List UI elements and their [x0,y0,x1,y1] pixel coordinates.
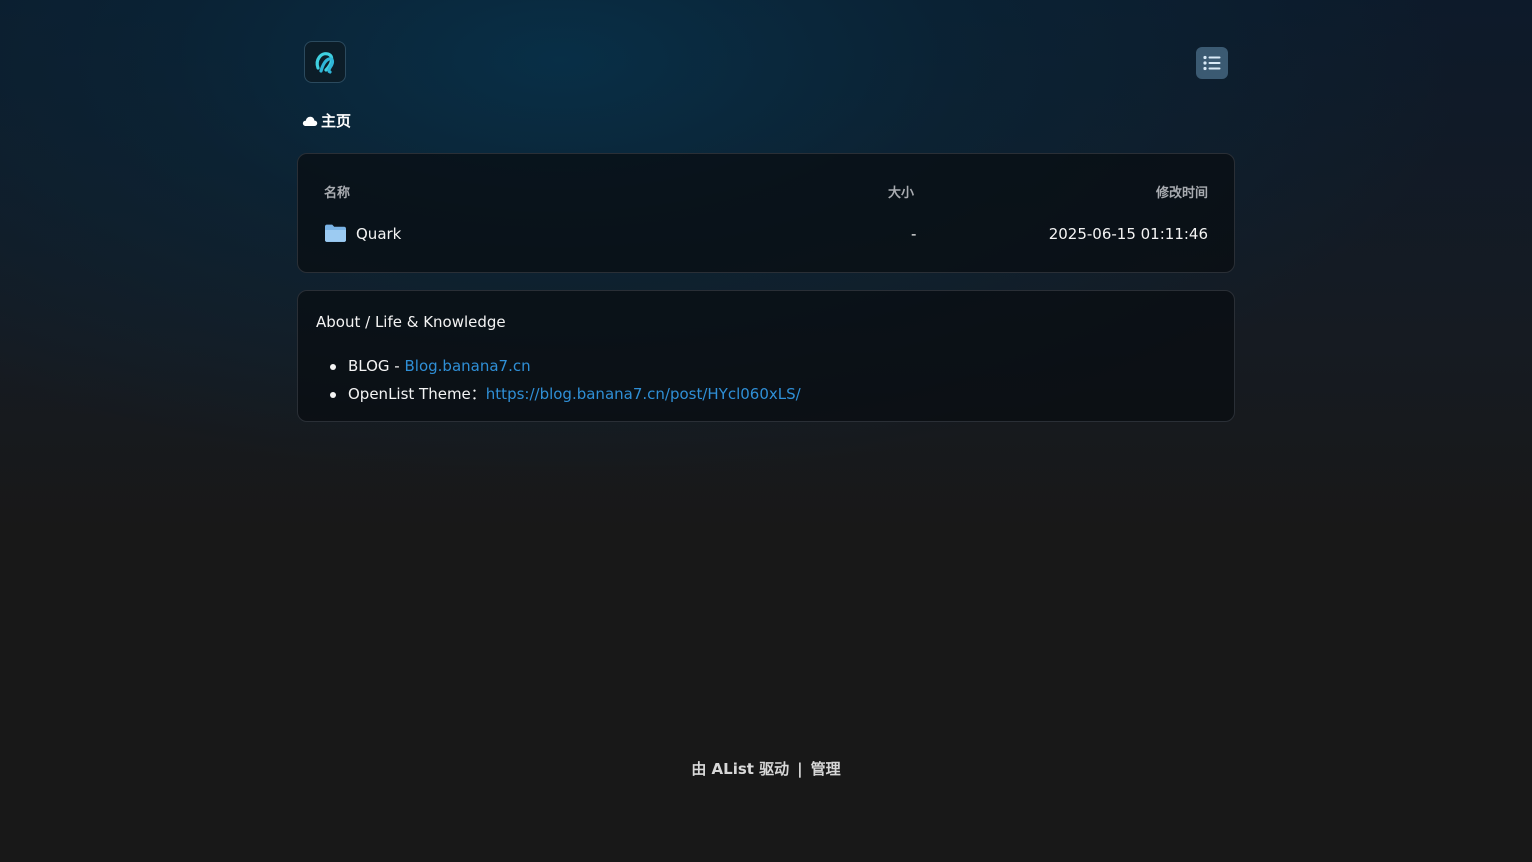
file-size: - [911,225,917,243]
readme-item-label: OpenList Theme： [348,385,486,403]
column-header-size[interactable]: 大小 [888,182,914,201]
file-list-card [297,153,1235,273]
breadcrumb-home[interactable]: 主页 [302,110,351,131]
powered-by-link[interactable]: 由 AList 驱动 [691,760,789,778]
table-row[interactable]: Quark - 2025-06-15 01:11:46 [317,218,1215,252]
blog-link[interactable]: Blog.banana7.cn [405,357,531,375]
list-menu-icon [1203,55,1221,71]
list-menu-button[interactable] [1196,47,1228,79]
cloud-icon [302,116,318,126]
alist-logo-icon[interactable] [304,41,346,83]
theme-link[interactable]: https://blog.banana7.cn/post/HYcl060xLS/ [486,385,801,403]
list-item: OpenList Theme：https://blog.banana7.cn/p… [327,380,801,408]
readme-title: About / Life & Knowledge [316,313,506,331]
folder-icon [325,224,346,242]
readme-item-label: BLOG - [348,357,405,375]
column-header-modified[interactable]: 修改时间 [1156,182,1208,201]
top-bar [297,0,1235,100]
admin-link[interactable]: 管理 [811,760,841,778]
file-modified: 2025-06-15 01:11:46 [1048,225,1208,243]
file-name[interactable]: Quark [356,225,401,243]
logo-mark [315,52,335,74]
footer-separator: | [797,760,803,778]
readme-list: BLOG - Blog.banana7.cn OpenList Theme：ht… [327,352,801,408]
footer: 由 AList 驱动 | 管理 [0,758,1532,779]
list-item: BLOG - Blog.banana7.cn [327,352,801,380]
main-container: 主页 名称 大小 修改时间 Quark - 2025-06-15 01:11:4… [297,0,1235,422]
column-header-name[interactable]: 名称 [324,182,350,201]
breadcrumb-label: 主页 [321,112,352,130]
